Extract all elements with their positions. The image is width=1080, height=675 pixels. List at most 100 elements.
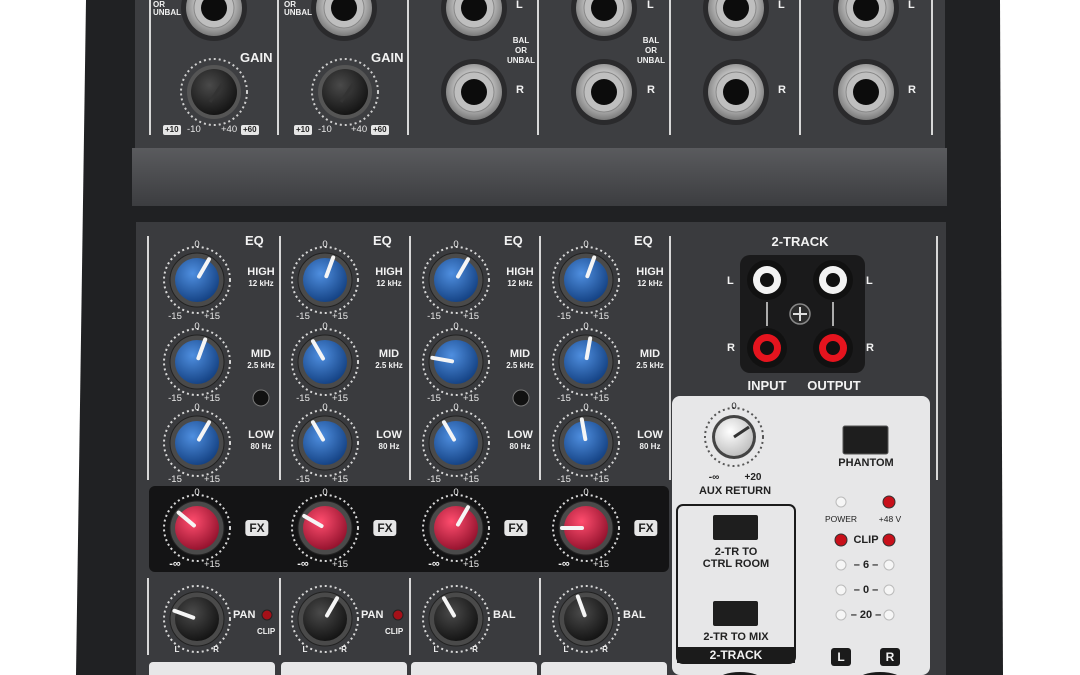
ch3-high-zero: 0 xyxy=(453,239,459,250)
ch4-low-minus: -15 xyxy=(557,474,571,485)
power-led-label: POWER xyxy=(824,514,858,524)
ch3-low-label: LOW xyxy=(507,429,533,441)
ch4-fx-zero: 0 xyxy=(583,487,589,498)
ch3-bal-label: BAL xyxy=(493,609,516,621)
jack-l-label-5: L xyxy=(778,0,785,11)
ch4-bal-label: BAL xyxy=(623,609,646,621)
tr-to-ctrl-label: 2-TR TO CTRL ROOM xyxy=(702,546,770,570)
gain-tick-60a: +60 xyxy=(241,125,259,135)
meter-6-label: – 6 – xyxy=(853,559,879,571)
ch4-eq-label: EQ xyxy=(634,233,653,248)
ch2-pan-label: PAN xyxy=(361,609,384,621)
two-track-input-r: R xyxy=(727,342,735,354)
bal-or-unbal-label-1: BAL OR UNBAL xyxy=(507,36,535,65)
ch4-high-label: HIGH xyxy=(636,266,664,278)
ch1-fx-max: +15 xyxy=(203,559,221,570)
ch2-mid-plus: +15 xyxy=(331,393,349,404)
jack-r-label-5: R xyxy=(778,84,786,96)
jack-r-label-6: R xyxy=(908,84,916,96)
ch2-fx-zero: 0 xyxy=(322,487,328,498)
ch4-mid-minus: -15 xyxy=(557,393,571,404)
or-unbal-label-2: OR UNBAL xyxy=(284,0,312,17)
jack-l-label-4: L xyxy=(647,0,654,11)
meter-0-label: – 0 – xyxy=(853,584,879,596)
jack-input-9[interactable] xyxy=(703,59,769,125)
ch1-low-label: LOW xyxy=(248,429,274,441)
ch4-low-label: LOW xyxy=(637,429,663,441)
ch4-high-zero: 0 xyxy=(583,239,589,250)
two-track-output-r: R xyxy=(866,342,874,354)
ch3-high-minus: -15 xyxy=(427,311,441,322)
ch2-low-zero: 0 xyxy=(322,402,328,413)
ch3-mid-minus: -15 xyxy=(427,393,441,404)
mixer-graphic xyxy=(76,0,1003,675)
ch2-clip-label: CLIP xyxy=(385,627,404,636)
ch1-pan-label: PAN xyxy=(233,609,256,621)
ch1-pan-l: L xyxy=(174,645,180,654)
ch2-mid-zero: 0 xyxy=(322,321,328,332)
ch2-low-label: LOW xyxy=(376,429,402,441)
ch3-low-freq-label: 80 Hz xyxy=(509,442,531,451)
aux-return-max: +20 xyxy=(744,472,762,483)
aux-return-zero: 0 xyxy=(731,401,737,412)
ch2-pan-l: L xyxy=(302,645,308,654)
meter-r-badge: R xyxy=(885,650,895,664)
gain-tick-60b: +60 xyxy=(371,125,389,135)
ch2-fx-min: -∞ xyxy=(297,558,309,570)
gain-tick-minus10b: -10 xyxy=(318,124,332,135)
ch3-high-freq-label: 12 kHz xyxy=(507,279,533,288)
ch4-low-plus: +15 xyxy=(592,474,610,485)
ch1-mid-label: MID xyxy=(250,348,272,360)
two-track-section-label: 2-TRACK xyxy=(709,648,763,662)
phantom-switch[interactable] xyxy=(843,426,888,454)
ch1-low-minus: -15 xyxy=(168,474,182,485)
jack-input-10[interactable] xyxy=(833,59,899,125)
ch4-mid-plus: +15 xyxy=(592,393,610,404)
ch1-high-zero: 0 xyxy=(194,239,200,250)
ch1-pan-r: R xyxy=(213,645,219,654)
tr-to-ctrl-button[interactable] xyxy=(713,515,758,540)
ch3-pan-l: L xyxy=(433,645,439,654)
ch2-mid-label: MID xyxy=(378,348,400,360)
ch1-mid-plus: +15 xyxy=(203,393,221,404)
ch4-mid-label: MID xyxy=(639,348,661,360)
ch2-mid-minus: -15 xyxy=(296,393,310,404)
ch3-low-zero: 0 xyxy=(453,402,459,413)
clip-meter-label: CLIP xyxy=(853,534,879,546)
ch2-low-minus: -15 xyxy=(296,474,310,485)
aux-return-knob[interactable] xyxy=(712,415,756,459)
ch3-pan-r: R xyxy=(472,645,478,654)
jack-r-label-4: R xyxy=(647,84,655,96)
gain-label-1: GAIN xyxy=(240,50,273,65)
gain-tick-minus10a: -10 xyxy=(187,124,201,135)
ch3-mid-plus: +15 xyxy=(462,393,480,404)
ch1-clip-label: CLIP xyxy=(257,627,276,636)
ch2-high-plus: +15 xyxy=(331,311,349,322)
ch3-high-plus: +15 xyxy=(462,311,480,322)
ch3-mid-zero: 0 xyxy=(453,321,459,332)
ch1-fx-zero: 0 xyxy=(194,487,200,498)
ch1-high-plus: +15 xyxy=(203,311,221,322)
two-track-output-l: L xyxy=(866,275,873,287)
ch1-low-zero: 0 xyxy=(194,402,200,413)
ch1-eq-label: EQ xyxy=(245,233,264,248)
jack-l-label-3: L xyxy=(516,0,523,11)
jack-input-7[interactable] xyxy=(441,59,507,125)
jack-l-label-6: L xyxy=(908,0,915,11)
ch1-fx-min: -∞ xyxy=(169,558,181,570)
jack-input-8[interactable] xyxy=(571,59,637,125)
ch3-low-plus: +15 xyxy=(462,474,480,485)
ch2-fx-tag: FX xyxy=(373,520,397,536)
ch4-high-freq-label: 12 kHz xyxy=(637,279,663,288)
ch4-high-minus: -15 xyxy=(557,311,571,322)
gain-tick-10b: +10 xyxy=(294,125,312,135)
or-unbal-label-1: OR UNBAL xyxy=(153,0,181,17)
ch1-high-label: HIGH xyxy=(247,266,275,278)
aux-return-min: -∞ xyxy=(708,472,720,483)
meter-l-badge: L xyxy=(837,650,845,664)
ch2-high-label: HIGH xyxy=(375,266,403,278)
gain-tick-40a: +40 xyxy=(221,124,238,135)
ch4-low-freq-label: 80 Hz xyxy=(639,442,661,451)
tr-to-mix-button[interactable] xyxy=(713,601,758,626)
ch3-mid-freq-label: 2.5 kHz xyxy=(506,361,534,370)
